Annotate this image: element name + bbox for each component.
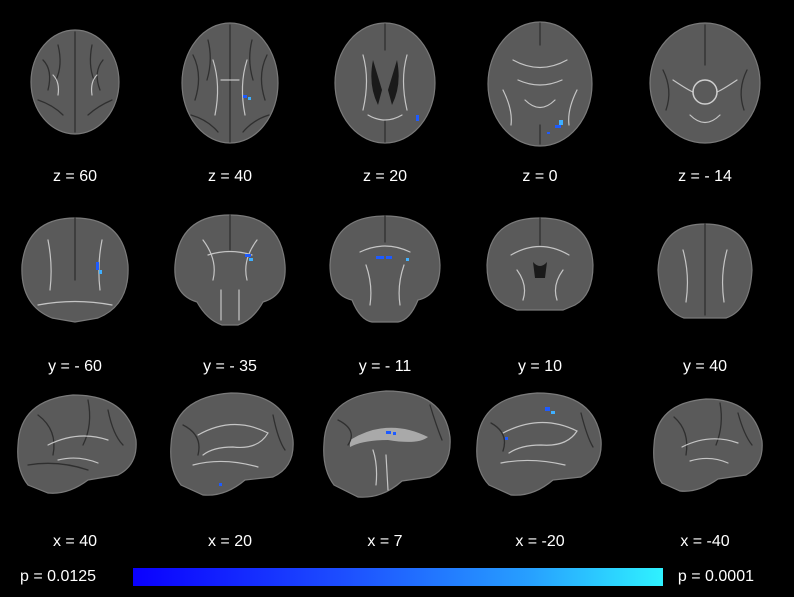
slice-panel-coronal-y40: y = 40 <box>630 210 780 375</box>
slice-label: x = -20 <box>515 533 565 550</box>
slice-panel-axial-z60: z = 60 <box>0 20 150 185</box>
slice-panel-axial-z0: z = 0 <box>465 20 615 185</box>
slice-panel-sagittal-x20: x = 20 <box>155 385 305 550</box>
colorbar-gradient <box>133 568 663 586</box>
slice-panel-sagittal-x-40: x = -40 <box>630 385 780 550</box>
brain-slice-image <box>170 392 294 496</box>
slice-label: y = - 11 <box>358 358 412 375</box>
brain-slice-image <box>30 29 120 135</box>
slice-label: y = - 60 <box>48 358 102 375</box>
brain-slice-image <box>17 394 137 494</box>
brain-slice-image <box>653 398 763 492</box>
colorbar-min-label: p = 0.0125 <box>20 568 97 585</box>
slice-panel-coronal-y-11: y = - 11 <box>310 210 460 375</box>
slice-label: z = 40 <box>207 168 253 185</box>
slice-label: x = 20 <box>207 533 253 550</box>
slice-panel-coronal-y-60: y = - 60 <box>0 210 150 375</box>
slice-panel-sagittal-x-20: x = -20 <box>465 385 615 550</box>
brain-slice-image <box>487 21 593 147</box>
brain-slice-image <box>486 217 594 311</box>
slice-panel-axial-z-14: z = - 14 <box>630 20 780 185</box>
slice-panel-coronal-y-35: y = - 35 <box>155 210 305 375</box>
slice-label: x = 7 <box>367 533 403 550</box>
slice-panel-axial-z40: z = 40 <box>155 20 305 185</box>
brain-slice-image <box>21 217 129 323</box>
slice-label: y = 10 <box>517 358 563 375</box>
brain-slice-image <box>174 214 286 326</box>
brain-slice-image <box>323 390 451 498</box>
brain-slice-image <box>334 22 436 144</box>
brain-slice-image <box>649 22 761 144</box>
brain-slice-image <box>329 215 441 323</box>
colorbar: p = 0.0125 p = 0.0001 <box>0 560 794 590</box>
brain-slice-image <box>657 223 753 319</box>
slice-label: z = 60 <box>52 168 98 185</box>
slice-panel-sagittal-x7: x = 7 <box>310 385 460 550</box>
slice-label: z = - 14 <box>678 168 732 185</box>
brain-slice-image <box>476 392 602 496</box>
colorbar-max-label: p = 0.0001 <box>677 568 754 585</box>
slice-label: z = 0 <box>522 168 558 185</box>
slice-panel-coronal-y10: y = 10 <box>465 210 615 375</box>
slice-label: x = 40 <box>52 533 98 550</box>
brain-slice-image <box>181 22 279 144</box>
slice-label: y = - 35 <box>203 358 257 375</box>
slice-label: z = 20 <box>362 168 408 185</box>
figure-canvas: z = 60 z = 40 z = 20 z = 0 z = - 14 y = … <box>0 0 794 597</box>
slice-panel-sagittal-x40: x = 40 <box>0 385 150 550</box>
slice-label: y = 40 <box>682 358 728 375</box>
slice-panel-axial-z20: z = 20 <box>310 20 460 185</box>
slice-label: x = -40 <box>680 533 730 550</box>
